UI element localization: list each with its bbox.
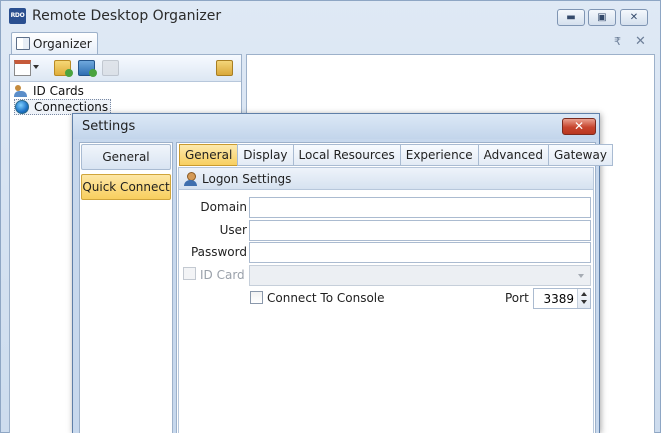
dialog-title-bar[interactable]: Settings ✕ — [73, 114, 599, 139]
spin-down-icon[interactable] — [581, 300, 587, 304]
tree-item-label: ID Cards — [33, 84, 84, 98]
tree-item-label: Connections — [34, 100, 109, 114]
settings-tabs: General Display Local Resources Experien… — [179, 144, 613, 166]
general-tab-page: Logon Settings Domain User Password ID C… — [178, 167, 594, 433]
spin-up-icon[interactable] — [581, 292, 587, 296]
port-label: Port — [505, 291, 529, 305]
tab-local-resources[interactable]: Local Resources — [292, 144, 401, 166]
user-label: User — [219, 223, 247, 237]
id-card-select — [249, 265, 591, 286]
dropdown-arrow-icon[interactable] — [33, 65, 39, 69]
new-item-icon[interactable] — [14, 60, 31, 76]
group-title: Logon Settings — [202, 171, 292, 186]
nav-item-quick-connect[interactable]: Quick Connect — [81, 174, 171, 200]
tab-display[interactable]: Display — [237, 144, 294, 166]
logon-settings-header: Logon Settings — [179, 168, 593, 190]
close-window-button[interactable]: ✕ — [620, 9, 648, 26]
dialog-close-button[interactable]: ✕ — [562, 118, 596, 135]
tab-advanced[interactable]: Advanced — [477, 144, 549, 166]
user-icon — [184, 171, 197, 186]
id-card-label: ID Card — [200, 268, 245, 282]
tree-item-id-cards[interactable]: ID Cards — [14, 83, 86, 99]
settings-side-nav: General Quick Connect — [79, 142, 173, 433]
maximize-button[interactable]: ▣ — [588, 9, 616, 26]
organizer-tab-label: Organizer — [33, 36, 92, 51]
new-connection-icon[interactable] — [78, 60, 97, 77]
domain-label: Domain — [200, 200, 247, 214]
chevron-down-icon — [578, 274, 584, 278]
tab-experience[interactable]: Experience — [399, 144, 479, 166]
disabled-action-icon — [102, 60, 119, 76]
tab-gateway[interactable]: Gateway — [547, 144, 613, 166]
domain-input[interactable] — [249, 197, 591, 218]
lock-icon[interactable] — [216, 60, 233, 76]
organizer-tab[interactable]: Organizer — [11, 32, 98, 54]
settings-content: General Display Local Resources Experien… — [176, 142, 613, 433]
new-folder-icon[interactable] — [54, 60, 73, 77]
pin-dropdown-icon[interactable]: ₹ — [614, 35, 621, 48]
connect-to-console-label: Connect To Console — [267, 291, 385, 305]
dialog-title: Settings — [82, 119, 136, 134]
id-card-checkbox[interactable] — [183, 267, 196, 280]
panel-close-icon[interactable]: ✕ — [635, 34, 646, 49]
user-input[interactable] — [249, 220, 591, 241]
minimize-button[interactable]: ▬ — [557, 9, 585, 26]
window-title: Remote Desktop Organizer — [32, 8, 222, 24]
password-input[interactable] — [249, 242, 591, 263]
book-icon — [16, 37, 30, 50]
tab-general[interactable]: General — [179, 144, 239, 166]
password-label: Password — [190, 245, 247, 259]
globe-icon — [15, 100, 29, 114]
organizer-toolbar — [10, 55, 241, 82]
title-bar[interactable]: RDO Remote Desktop Organizer ▬ ▣ ✕ — [1, 1, 660, 31]
people-icon — [14, 84, 28, 98]
nav-item-general[interactable]: General — [81, 144, 171, 170]
document-tab-strip: Organizer ₹ ✕ — [9, 32, 655, 54]
settings-dialog: Settings ✕ General Quick Connect General… — [72, 113, 613, 433]
port-stepper[interactable] — [577, 289, 590, 308]
connect-to-console-checkbox[interactable] — [250, 291, 263, 304]
app-logo-icon: RDO — [9, 8, 26, 24]
